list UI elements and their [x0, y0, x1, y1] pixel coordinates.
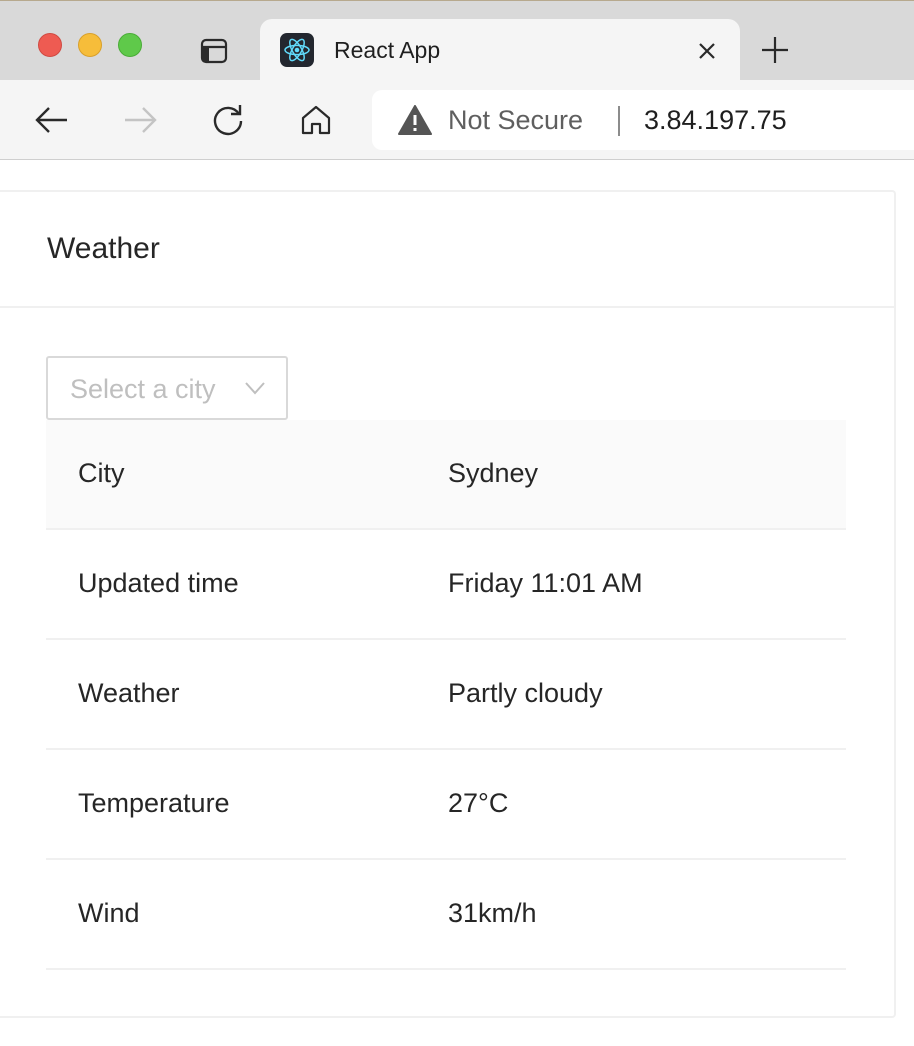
sidebar-tabs-icon[interactable] — [198, 35, 230, 67]
tab-title: React App — [334, 37, 441, 63]
table-row: Wind 31km/h — [46, 860, 846, 970]
table-row: Temperature 27°C — [46, 750, 846, 860]
url-text[interactable]: 3.84.197.75 — [644, 105, 787, 136]
tab-strip: React App — [0, 0, 914, 83]
city-select[interactable]: Select a city — [46, 356, 288, 420]
row-label: Temperature — [78, 788, 230, 818]
zoom-window-button[interactable] — [118, 33, 142, 57]
row-label: City — [78, 458, 125, 488]
row-value: Partly cloudy — [448, 678, 603, 708]
security-label[interactable]: Not Secure — [448, 105, 583, 136]
table-row: Weather Partly cloudy — [46, 640, 846, 750]
address-bar[interactable]: Not Secure 3.84.197.75 — [372, 90, 914, 150]
row-value: 31km/h — [448, 898, 537, 928]
minimize-window-button[interactable] — [78, 33, 102, 57]
arrow-right-icon[interactable] — [120, 100, 160, 140]
weather-table: City Sydney Updated time Friday 11:01 AM… — [46, 420, 846, 970]
tab-react-app[interactable]: React App — [260, 19, 740, 83]
close-icon[interactable] — [694, 38, 720, 64]
table-row: City Sydney — [46, 420, 846, 530]
chevron-down-icon — [245, 382, 265, 395]
reload-icon[interactable] — [208, 100, 248, 140]
row-label: Weather — [78, 678, 180, 708]
row-value: 27°C — [448, 788, 509, 818]
react-icon — [280, 33, 314, 67]
home-icon[interactable] — [296, 100, 336, 140]
close-window-button[interactable] — [38, 33, 62, 57]
address-divider — [618, 106, 620, 136]
row-value: Sydney — [448, 458, 539, 488]
table-row: Updated time Friday 11:01 AM — [46, 530, 846, 640]
row-label: Wind — [78, 898, 140, 928]
arrow-left-icon[interactable] — [32, 100, 72, 140]
row-label: Updated time — [78, 568, 239, 598]
browser-toolbar: Not Secure 3.84.197.75 — [0, 80, 914, 160]
page-title: Weather — [47, 232, 160, 265]
row-value: Friday 11:01 AM — [448, 568, 643, 598]
weather-card: Weather Select a city City Sydney Update… — [0, 190, 896, 1018]
warning-triangle-icon — [398, 105, 432, 135]
plus-icon[interactable] — [758, 33, 792, 67]
city-select-placeholder: Select a city — [70, 374, 216, 404]
card-header: Weather — [0, 192, 894, 308]
